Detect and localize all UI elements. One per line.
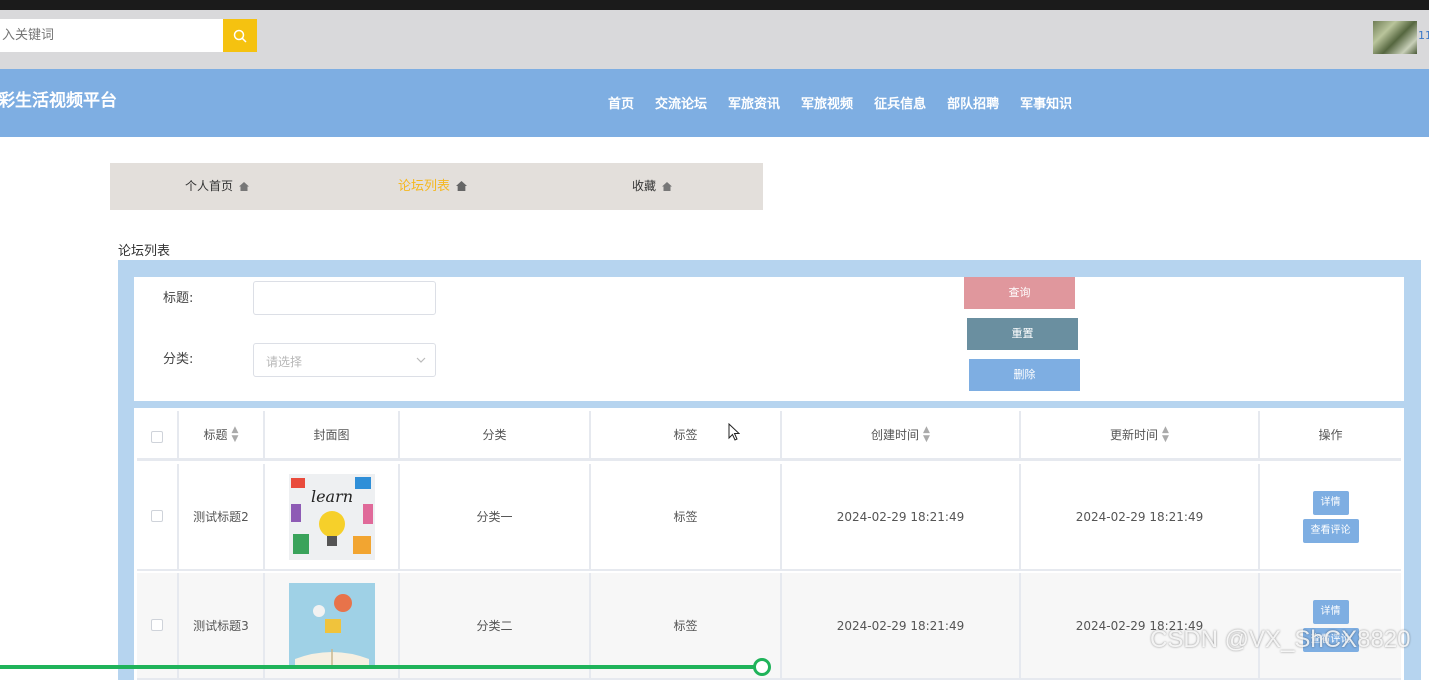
title-input[interactable] bbox=[253, 281, 436, 315]
reset-button[interactable]: 重置 bbox=[967, 318, 1078, 350]
nav-item-home[interactable]: 首页 bbox=[608, 93, 634, 112]
video-progress-bar[interactable] bbox=[0, 665, 762, 669]
header-ops: 操作 bbox=[1260, 411, 1401, 458]
header-select-cell bbox=[137, 411, 179, 458]
search-icon bbox=[233, 29, 247, 43]
avatar-badge: 11 bbox=[1418, 29, 1429, 42]
category-placeholder: 请选择 bbox=[266, 355, 303, 369]
main-navbar: 彩生活视频平台 首页 交流论坛 军旅资讯 军旅视频 征兵信息 部队招聘 军事知识 bbox=[0, 69, 1429, 137]
nav-item-jobs[interactable]: 部队招聘 bbox=[947, 93, 999, 112]
tab-label: 收藏 bbox=[632, 179, 657, 193]
header-created[interactable]: 创建时间 ▲ ▼ bbox=[782, 411, 1021, 458]
search-input[interactable] bbox=[0, 19, 223, 52]
row-tag: 标签 bbox=[591, 464, 782, 569]
progress-handle[interactable] bbox=[753, 658, 771, 676]
nav-item-forum[interactable]: 交流论坛 bbox=[655, 93, 707, 112]
detail-button[interactable]: 详情 bbox=[1312, 599, 1349, 624]
row-title: 测试标题3 bbox=[179, 573, 265, 678]
header-cover: 封面图 bbox=[265, 411, 400, 458]
header-category-label: 分类 bbox=[482, 428, 507, 442]
header-category: 分类 bbox=[400, 411, 591, 458]
header-tag: 标签 bbox=[591, 411, 782, 458]
cover-image-book[interactable] bbox=[288, 582, 375, 669]
home-icon bbox=[456, 164, 468, 211]
delete-button[interactable]: 删除 bbox=[969, 359, 1080, 391]
filter-form: 标题: 分类: 请选择 查询 重置 删除 bbox=[134, 277, 1404, 401]
row-title: 测试标题2 bbox=[179, 464, 265, 569]
nav-item-knowledge[interactable]: 军事知识 bbox=[1020, 93, 1072, 112]
sort-icon[interactable]: ▲ ▼ bbox=[1162, 425, 1169, 444]
nav-item-videos[interactable]: 军旅视频 bbox=[801, 93, 853, 112]
tab-favorites[interactable]: 收藏 bbox=[632, 163, 673, 211]
row-created: 2024-02-29 18:21:49 bbox=[782, 464, 1021, 569]
header-title-label: 标题 bbox=[203, 428, 228, 442]
watermark: CSDN @VX_ShCX8820 bbox=[1150, 626, 1411, 653]
title-label: 标题: bbox=[163, 291, 194, 306]
row-select-cell bbox=[137, 573, 179, 678]
sort-icon[interactable]: ▲ ▼ bbox=[923, 425, 930, 444]
tab-label: 个人首页 bbox=[185, 179, 234, 193]
svg-text:learn: learn bbox=[310, 487, 352, 506]
row-updated: 2024-02-29 18:21:49 bbox=[1021, 464, 1260, 569]
row-category: 分类一 bbox=[400, 464, 591, 569]
row-cover: learn bbox=[265, 464, 400, 569]
chevron-down-icon bbox=[416, 357, 426, 363]
row-created: 2024-02-29 18:21:49 bbox=[782, 573, 1021, 678]
forum-panel: 标题: 分类: 请选择 查询 重置 删除 标题 ▲ ▼ 封面图 分类 标签 创建时间… bbox=[118, 260, 1421, 680]
nav-item-news[interactable]: 军旅资讯 bbox=[728, 93, 780, 112]
table-row: 测试标题2 learn 分类一 标签 2024-02-29 18:21:49 2… bbox=[137, 464, 1401, 571]
nav-menu: 首页 交流论坛 军旅资讯 军旅视频 征兵信息 部队招聘 军事知识 bbox=[608, 93, 1072, 112]
category-label: 分类: bbox=[163, 352, 194, 367]
tab-forum-list[interactable]: 论坛列表 bbox=[398, 163, 468, 211]
header-title[interactable]: 标题 ▲ ▼ bbox=[179, 411, 265, 458]
header-tag-label: 标签 bbox=[673, 428, 698, 442]
header-updated-label: 更新时间 bbox=[1110, 428, 1159, 442]
header-updated[interactable]: 更新时间 ▲ ▼ bbox=[1021, 411, 1260, 458]
row-checkbox[interactable] bbox=[151, 510, 163, 522]
header-ops-label: 操作 bbox=[1318, 428, 1343, 442]
home-icon bbox=[239, 164, 250, 211]
site-brand[interactable]: 彩生活视频平台 bbox=[0, 86, 117, 111]
row-cover bbox=[265, 573, 400, 678]
row-ops: 详情 查看评论 bbox=[1260, 464, 1401, 569]
view-comments-button[interactable]: 查看评论 bbox=[1302, 518, 1359, 543]
section-title: 论坛列表 bbox=[118, 244, 171, 259]
tab-label: 论坛列表 bbox=[398, 179, 451, 194]
sort-icon[interactable]: ▲ ▼ bbox=[232, 425, 239, 444]
detail-button[interactable]: 详情 bbox=[1312, 490, 1349, 515]
home-icon bbox=[662, 164, 673, 211]
table-header: 标题 ▲ ▼ 封面图 分类 标签 创建时间 ▲ ▼ 更新时间 ▲ ▼ 操作 bbox=[137, 411, 1401, 461]
nav-item-recruit-info[interactable]: 征兵信息 bbox=[874, 93, 926, 112]
avatar[interactable] bbox=[1373, 21, 1417, 54]
header-cover-label: 封面图 bbox=[313, 428, 350, 442]
user-tabs: 个人首页 论坛列表 收藏 bbox=[110, 163, 763, 210]
row-checkbox[interactable] bbox=[151, 619, 163, 631]
cover-image-learn[interactable]: learn bbox=[288, 473, 375, 560]
query-button[interactable]: 查询 bbox=[964, 277, 1075, 309]
category-select[interactable]: 请选择 bbox=[253, 343, 436, 377]
row-select-cell bbox=[137, 464, 179, 569]
window-top-strip bbox=[0, 0, 1429, 10]
tab-personal-home[interactable]: 个人首页 bbox=[185, 163, 250, 211]
header-created-label: 创建时间 bbox=[871, 428, 920, 442]
search-bar: 11 bbox=[0, 10, 1429, 69]
row-category: 分类二 bbox=[400, 573, 591, 678]
select-all-checkbox[interactable] bbox=[151, 431, 163, 443]
search-button[interactable] bbox=[223, 19, 257, 52]
mouse-cursor-icon bbox=[728, 423, 740, 441]
